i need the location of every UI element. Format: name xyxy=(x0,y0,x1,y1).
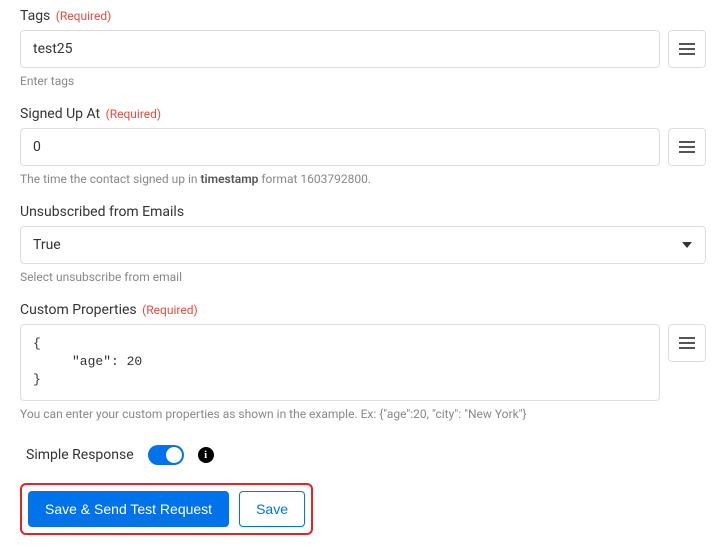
custom-props-label-text: Custom Properties xyxy=(20,302,137,318)
signed-up-field: Signed Up At (Required) The time the con… xyxy=(20,106,706,186)
action-button-row: Save & Send Test Request Save xyxy=(20,483,313,535)
signed-up-input-row xyxy=(20,128,706,166)
custom-props-help: You can enter your custom properties as … xyxy=(20,407,706,421)
simple-response-row: Simple Response i xyxy=(20,445,706,465)
required-badge: (Required) xyxy=(106,107,161,121)
save-button[interactable]: Save xyxy=(239,491,305,527)
unsubscribed-select[interactable]: True xyxy=(20,226,706,264)
simple-response-label: Simple Response xyxy=(26,447,134,463)
custom-props-field: Custom Properties (Required) { "age": 20… xyxy=(20,302,706,421)
unsubscribed-help: Select unsubscribe from email xyxy=(20,270,706,284)
unsubscribed-label-text: Unsubscribed from Emails xyxy=(20,204,184,220)
signed-up-menu-button[interactable] xyxy=(668,128,706,166)
help-suffix: format 1603792800. xyxy=(258,172,371,186)
hamburger-icon xyxy=(679,43,695,55)
custom-props-menu-button[interactable] xyxy=(668,324,706,362)
unsubscribed-label: Unsubscribed from Emails xyxy=(20,204,706,220)
required-badge: (Required) xyxy=(56,9,111,23)
signed-up-input[interactable] xyxy=(20,128,660,166)
tags-menu-button[interactable] xyxy=(668,30,706,68)
simple-response-toggle[interactable] xyxy=(148,445,184,465)
unsubscribed-select-wrap: True xyxy=(20,226,706,264)
signed-up-label: Signed Up At (Required) xyxy=(20,106,706,122)
tags-input-row xyxy=(20,30,706,68)
required-badge: (Required) xyxy=(142,303,197,317)
toggle-knob xyxy=(166,447,182,463)
signed-up-help: The time the contact signed up in timest… xyxy=(20,172,706,186)
save-send-test-button[interactable]: Save & Send Test Request xyxy=(28,491,229,527)
tags-label: Tags (Required) xyxy=(20,8,706,24)
hamburger-icon xyxy=(679,141,695,153)
hamburger-icon xyxy=(679,337,695,349)
help-bold: timestamp xyxy=(201,172,259,186)
help-prefix: The time the contact signed up in xyxy=(20,172,201,186)
custom-props-input-row: { "age": 20 } xyxy=(20,324,706,401)
tags-field: Tags (Required) Enter tags xyxy=(20,8,706,88)
signed-up-label-text: Signed Up At xyxy=(20,106,100,122)
tags-help: Enter tags xyxy=(20,74,706,88)
tags-label-text: Tags xyxy=(20,8,50,24)
unsubscribed-field: Unsubscribed from Emails True Select uns… xyxy=(20,204,706,284)
info-icon[interactable]: i xyxy=(198,447,214,463)
custom-props-label: Custom Properties (Required) xyxy=(20,302,706,318)
tags-input[interactable] xyxy=(20,30,660,68)
custom-props-input[interactable]: { "age": 20 } xyxy=(20,324,660,401)
